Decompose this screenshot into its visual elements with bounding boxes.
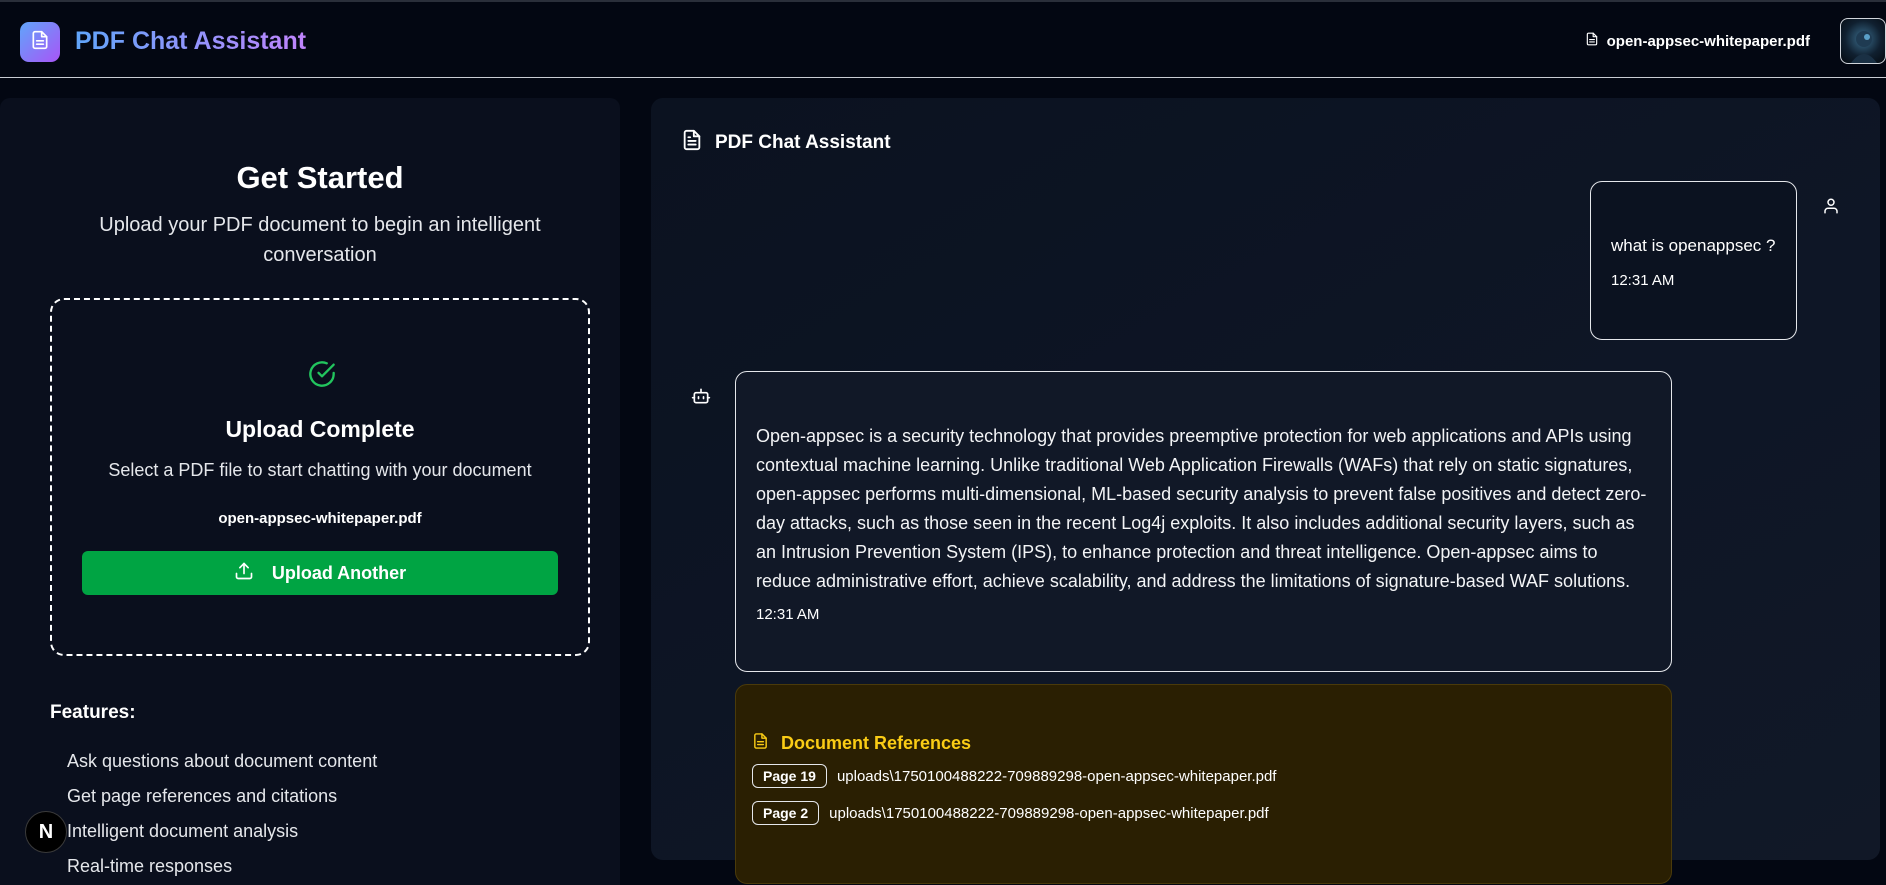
assistant-message-time: 12:31 AM (756, 606, 820, 623)
upload-another-label: Upload Another (271, 562, 407, 583)
file-text-icon (30, 30, 50, 55)
reference-item[interactable]: Page 19 uploads\1750100488222-709889298-… (752, 764, 1276, 788)
page-badge[interactable]: Page 2 (752, 801, 820, 825)
uploaded-file-name: open-appsec-whitepaper.pdf (218, 510, 422, 527)
user-message-time: 12:31 AM (1611, 272, 1675, 289)
reference-path: uploads\1750100488222-709889298-open-app… (836, 767, 1277, 785)
features-heading: Features: (50, 702, 136, 723)
upload-status-title: Upload Complete (225, 416, 415, 442)
app-title: PDF Chat Assistant (75, 27, 307, 55)
user-icon (1822, 196, 1840, 221)
user-message-text: what is openappsec ? (1611, 236, 1776, 255)
references-title: Document References (781, 733, 972, 753)
feature-item: Ask questions about document content (67, 751, 378, 771)
intro-text: Upload your PDF document to begin an int… (99, 214, 541, 266)
chat-header: PDF Chat Assistant (681, 128, 891, 158)
assistant-message-bubble: Open-appsec is a security technology tha… (735, 371, 1672, 672)
references-header: Document References (752, 731, 971, 756)
upload-status-subtitle: Select a PDF file to start chatting with… (108, 460, 532, 480)
features-list: Ask questions about document content Get… (67, 744, 377, 884)
top-bar: PDF Chat Assistant open-appsec-whitepape… (0, 0, 1886, 78)
file-text-icon (752, 731, 769, 756)
check-circle-icon (308, 360, 336, 393)
reference-item[interactable]: Page 2 uploads\1750100488222-709889298-o… (752, 801, 1269, 825)
upload-another-button[interactable]: Upload Another (82, 551, 558, 595)
file-icon (1585, 31, 1599, 51)
user-avatar[interactable] (1840, 18, 1886, 64)
current-file-indicator: open-appsec-whitepaper.pdf (1585, 31, 1810, 51)
get-started-heading: Get Started (236, 160, 404, 195)
feature-item: Intelligent document analysis (67, 821, 299, 841)
current-file-name: open-appsec-whitepaper.pdf (1606, 32, 1810, 50)
nextjs-dev-badge[interactable]: N (25, 811, 67, 853)
file-text-icon (681, 128, 703, 158)
chat-title: PDF Chat Assistant (715, 132, 891, 153)
feature-item: Real-time responses (67, 856, 233, 876)
app-logo[interactable] (20, 22, 60, 62)
chat-panel: PDF Chat Assistant what is openappsec ? … (651, 98, 1880, 884)
upload-icon (234, 561, 254, 586)
assistant-message-text: Open-appsec is a security technology tha… (756, 426, 1647, 591)
reference-path: uploads\1750100488222-709889298-open-app… (829, 804, 1269, 822)
feature-item: Get page references and citations (67, 786, 338, 806)
user-message-bubble: what is openappsec ? 12:31 AM (1590, 181, 1797, 340)
upload-dropzone[interactable]: Upload Complete Select a PDF file to sta… (50, 298, 590, 656)
document-references-card: Document References Page 19 uploads\1750… (735, 684, 1672, 884)
page-badge[interactable]: Page 19 (752, 764, 827, 788)
bot-icon (691, 386, 711, 411)
